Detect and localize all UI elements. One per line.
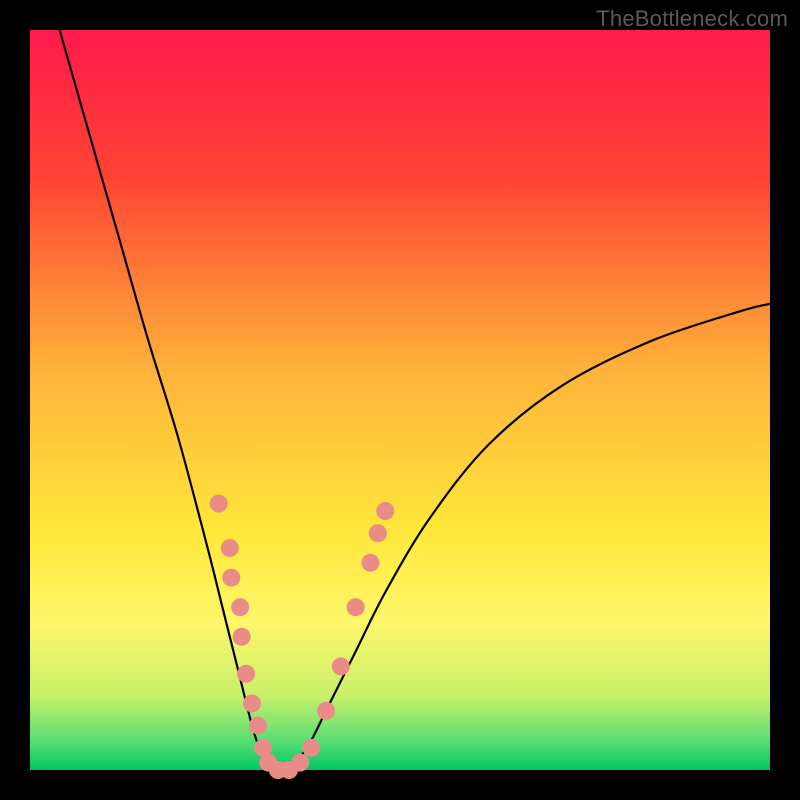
sample-dot xyxy=(361,554,379,572)
chart-frame: TheBottleneck.com xyxy=(0,0,800,800)
sample-dot xyxy=(233,628,251,646)
watermark-text: TheBottleneck.com xyxy=(596,6,788,32)
sample-dot xyxy=(369,524,387,542)
sample-dot xyxy=(317,702,335,720)
sample-dot xyxy=(237,665,255,683)
sample-dot xyxy=(210,495,228,513)
bottleneck-chart xyxy=(0,0,800,800)
sample-dot xyxy=(347,598,365,616)
sample-dot xyxy=(243,694,261,712)
sample-dot xyxy=(291,754,309,772)
sample-dot xyxy=(221,539,239,557)
sample-dot xyxy=(249,717,267,735)
sample-dot xyxy=(332,657,350,675)
sample-dot xyxy=(222,569,240,587)
sample-dot xyxy=(376,502,394,520)
sample-dot xyxy=(302,739,320,757)
plot-background xyxy=(30,30,770,770)
sample-dot xyxy=(231,598,249,616)
